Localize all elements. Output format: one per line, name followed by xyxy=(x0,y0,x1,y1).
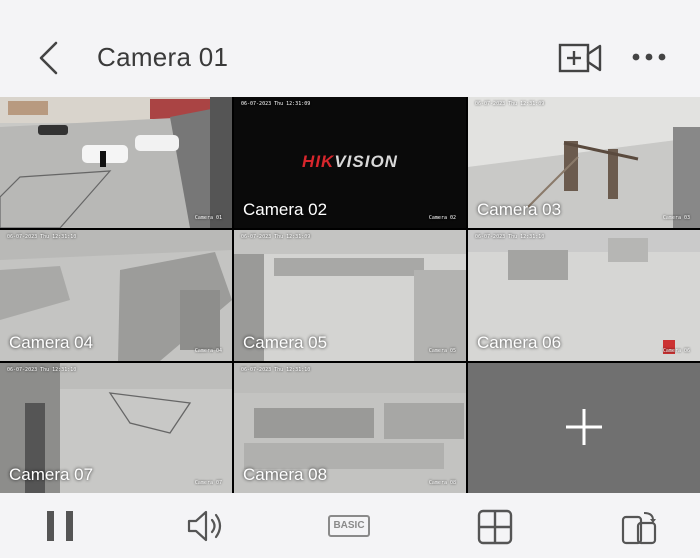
camera-name-label: Camera 05 xyxy=(243,333,328,352)
camera-tile-01[interactable]: Camera 01 xyxy=(0,97,232,228)
camera-name-label: Camera 04 xyxy=(9,333,94,352)
camera-tile-06[interactable]: 06-07-2023 Thu 12:31:10 Camera 06 Camera… xyxy=(468,230,700,361)
plus-icon xyxy=(566,409,602,445)
camera-tile-02[interactable]: 06-07-2023 Thu 12:31:09 HIKVISION Camera… xyxy=(234,97,466,228)
osd-camera-label: Camera 06 xyxy=(662,348,690,354)
pause-icon[interactable] xyxy=(44,509,78,543)
camera-name-label: Camera 02 xyxy=(243,200,328,219)
osd-timestamp: 06-07-2023 Thu 12:31:09 xyxy=(241,234,311,240)
camera-tile-03[interactable]: 06-07-2023 Thu 12:31:09 Camera 03 Camera… xyxy=(468,97,700,228)
osd-camera-label: Camera 04 xyxy=(194,348,222,354)
osd-timestamp: 06-07-2023 Thu 12:31:10 xyxy=(7,234,77,240)
camera-tile-04[interactable]: 06-07-2023 Thu 12:31:10 Camera 04 Camera… xyxy=(0,230,232,361)
chevron-left-icon[interactable] xyxy=(36,40,62,76)
osd-timestamp: 06-07-2023 Thu 12:31:10 xyxy=(7,367,77,373)
osd-camera-label: Camera 05 xyxy=(428,348,456,354)
osd-camera-label: Camera 08 xyxy=(428,480,456,486)
more-horizontal-icon[interactable] xyxy=(631,48,667,66)
camera-tile-05[interactable]: 06-07-2023 Thu 12:31:09 Camera 05 Camera… xyxy=(234,230,466,361)
brand-logo: HIKVISION xyxy=(302,152,398,171)
osd-timestamp: 06-07-2023 Thu 12:31:09 xyxy=(475,101,545,107)
osd-camera-label: Camera 02 xyxy=(428,215,456,221)
page-title: Camera 01 xyxy=(97,42,229,72)
basic-mode-button[interactable]: BASIC xyxy=(328,515,370,537)
osd-camera-label: Camera 07 xyxy=(194,480,222,486)
add-camera-slot[interactable] xyxy=(468,363,700,493)
osd-camera-label: Camera 01 xyxy=(194,215,222,221)
osd-timestamp: 06-07-2023 Thu 12:31:10 xyxy=(475,234,545,240)
speaker-icon[interactable] xyxy=(186,509,226,543)
grid-layout-icon[interactable] xyxy=(477,509,513,545)
top-bar: Camera 01 xyxy=(0,0,700,97)
osd-timestamp: 06-07-2023 Thu 12:31:10 xyxy=(241,367,311,373)
camera-name-label: Camera 07 xyxy=(9,465,94,484)
camera-name-label: Camera 06 xyxy=(477,333,562,352)
camera-tile-08[interactable]: 06-07-2023 Thu 12:31:10 Camera 08 Camera… xyxy=(234,363,466,493)
rotate-screen-icon[interactable] xyxy=(620,509,658,545)
osd-camera-label: Camera 03 xyxy=(662,215,690,221)
osd-timestamp: 06-07-2023 Thu 12:31:09 xyxy=(241,101,311,107)
bottom-toolbar: BASIC xyxy=(0,493,700,558)
camera-name-label: Camera 08 xyxy=(243,465,328,484)
camera-feed-image xyxy=(0,97,232,228)
add-camera-icon[interactable] xyxy=(558,42,602,74)
camera-tile-07[interactable]: 06-07-2023 Thu 12:31:10 Camera 07 Camera… xyxy=(0,363,232,493)
camera-grid: Camera 01 06-07-2023 Thu 12:31:09 HIKVIS… xyxy=(0,97,700,493)
camera-name-label: Camera 03 xyxy=(477,200,562,219)
